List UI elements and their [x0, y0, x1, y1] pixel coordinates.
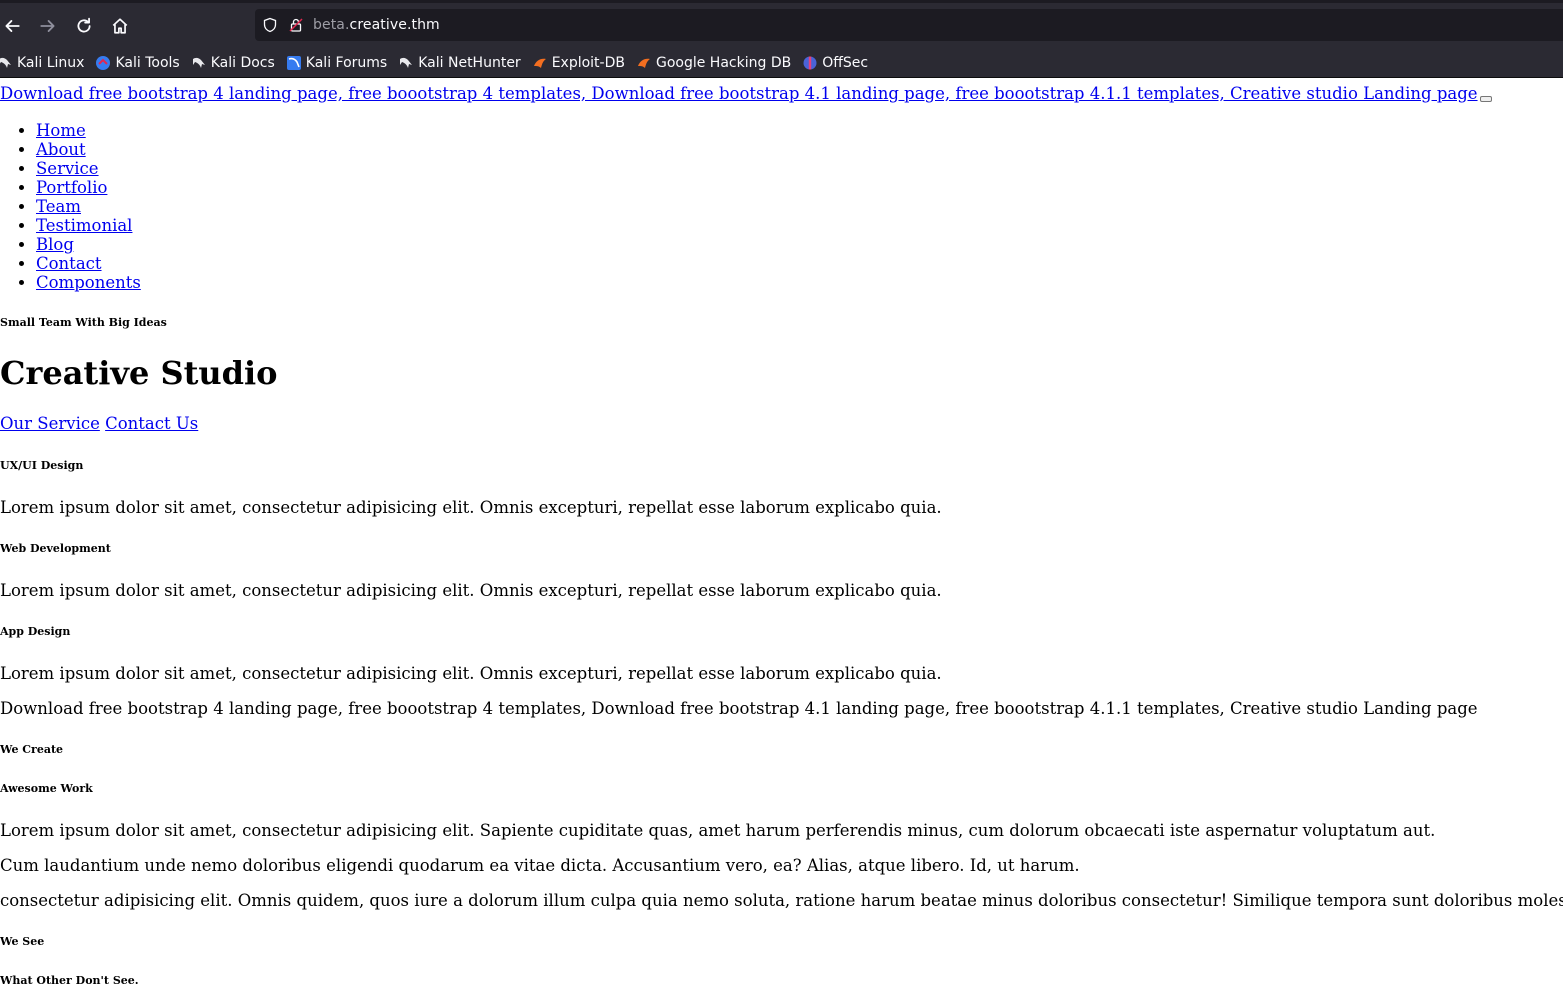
reload-button[interactable] — [66, 8, 102, 44]
bookmark-label: Kali NetHunter — [418, 55, 521, 71]
our-service-button[interactable]: Our Service — [0, 414, 100, 433]
nav-item: Blog — [36, 235, 141, 254]
see-subtitle: We See — [0, 935, 45, 948]
kali-dragon-icon — [191, 55, 207, 71]
service-text-app: Lorem ipsum dolor sit amet, consectetur … — [0, 664, 942, 683]
navbar-toggler-button[interactable] — [1479, 96, 1492, 102]
nav-item: Contact — [36, 254, 141, 273]
insecure-lock-icon[interactable] — [285, 17, 307, 33]
offsec-icon — [802, 55, 818, 71]
nav-link-home[interactable]: Home — [36, 121, 86, 140]
bookmark-kali-tools[interactable]: Kali Tools — [95, 55, 180, 71]
nav-link-blog[interactable]: Blog — [36, 235, 74, 254]
bookmark-offsec[interactable]: OffSec — [802, 55, 868, 71]
nav-link-contact[interactable]: Contact — [36, 254, 102, 273]
exploit-db-icon — [532, 55, 548, 71]
service-text-web: Lorem ipsum dolor sit amet, consectetur … — [0, 581, 942, 600]
forward-button[interactable] — [30, 8, 66, 44]
bookmark-google-hacking-db[interactable]: Google Hacking DB — [636, 55, 791, 71]
nav-item: Service — [36, 159, 141, 178]
service-text-ux: Lorem ipsum dolor sit amet, consectetur … — [0, 498, 942, 517]
bookmarks-toolbar: Kali Linux Kali Tools Kali Docs Kali Forums… — [0, 49, 1563, 78]
service-title-web: Web Development — [0, 542, 111, 555]
service-title-app: App Design — [0, 625, 71, 638]
about-subtitle: We Create — [0, 743, 64, 756]
home-button[interactable] — [102, 8, 138, 44]
nav-link-service[interactable]: Service — [36, 159, 99, 178]
bookmark-label: Kali Linux — [17, 55, 85, 71]
reload-icon — [77, 17, 91, 33]
browser-toolbar: beta.creative.thm — [0, 0, 1563, 49]
hero-subtitle: Small Team With Big Ideas — [0, 316, 167, 329]
bookmark-kali-docs[interactable]: Kali Docs — [191, 55, 275, 71]
nav-link-portfolio[interactable]: Portfolio — [36, 178, 107, 197]
bookmark-label: Kali Docs — [210, 55, 275, 71]
hero-title: Creative Studio — [0, 354, 278, 392]
main-nav: HomeAboutServicePortfolioTeamTestimonial… — [0, 121, 141, 292]
about-title: Awesome Work — [0, 782, 93, 795]
about-paragraph-1: Lorem ipsum dolor sit amet, consectetur … — [0, 821, 1436, 840]
kali-forums-icon — [286, 55, 302, 71]
home-icon — [112, 18, 128, 34]
bookmark-label: Google Hacking DB — [655, 55, 792, 71]
bookmark-kali-nethunter[interactable]: Kali NetHunter — [398, 55, 521, 71]
nav-item: Portfolio — [36, 178, 141, 197]
service-title-ux: UX/UI Design — [0, 459, 84, 472]
url-bar[interactable]: beta.creative.thm — [255, 9, 1563, 41]
kali-tools-icon — [95, 55, 111, 71]
bookmark-label: Kali Forums — [305, 55, 388, 71]
about-paragraph-2: Cum laudantium unde nemo doloribus elige… — [0, 856, 1080, 875]
nav-item: Team — [36, 197, 141, 216]
about-paragraph-3: consectetur adipisicing elit. Omnis quid… — [0, 891, 1563, 910]
nav-link-team[interactable]: Team — [36, 197, 81, 216]
nav-item: About — [36, 140, 141, 159]
kali-dragon-icon — [0, 55, 13, 71]
see-title: What Other Don't See. — [0, 974, 139, 987]
contact-us-button[interactable]: Contact Us — [105, 414, 198, 433]
exploit-db-icon — [636, 55, 652, 71]
nav-item: Components — [36, 273, 141, 292]
nav-link-about[interactable]: About — [36, 140, 86, 159]
bookmark-kali-linux[interactable]: Kali Linux — [0, 55, 84, 71]
bookmark-label: OffSec — [822, 55, 869, 71]
arrow-right-icon — [40, 20, 55, 32]
bookmark-label: Kali Tools — [115, 55, 180, 71]
arrow-left-icon — [5, 20, 20, 32]
bookmark-exploit-db[interactable]: Exploit-DB — [532, 55, 625, 71]
nav-link-testimonial[interactable]: Testimonial — [36, 216, 132, 235]
broken-image-alt-text: Download free bootstrap 4 landing page, … — [0, 699, 1478, 718]
nav-link-components[interactable]: Components — [36, 273, 141, 292]
nav-item: Testimonial — [36, 216, 141, 235]
shield-icon[interactable] — [259, 17, 281, 33]
brand-link[interactable]: Download free bootstrap 4 landing page, … — [0, 84, 1478, 103]
back-button[interactable] — [0, 8, 30, 44]
kali-dragon-icon — [398, 55, 414, 71]
url-text[interactable]: beta.creative.thm — [313, 17, 440, 33]
browser-chrome: beta.creative.thm Kali Linux Kali Tools Ka… — [0, 0, 1563, 78]
bookmark-kali-forums[interactable]: Kali Forums — [286, 55, 387, 71]
bookmark-label: Exploit-DB — [551, 55, 625, 71]
nav-item: Home — [36, 121, 141, 140]
